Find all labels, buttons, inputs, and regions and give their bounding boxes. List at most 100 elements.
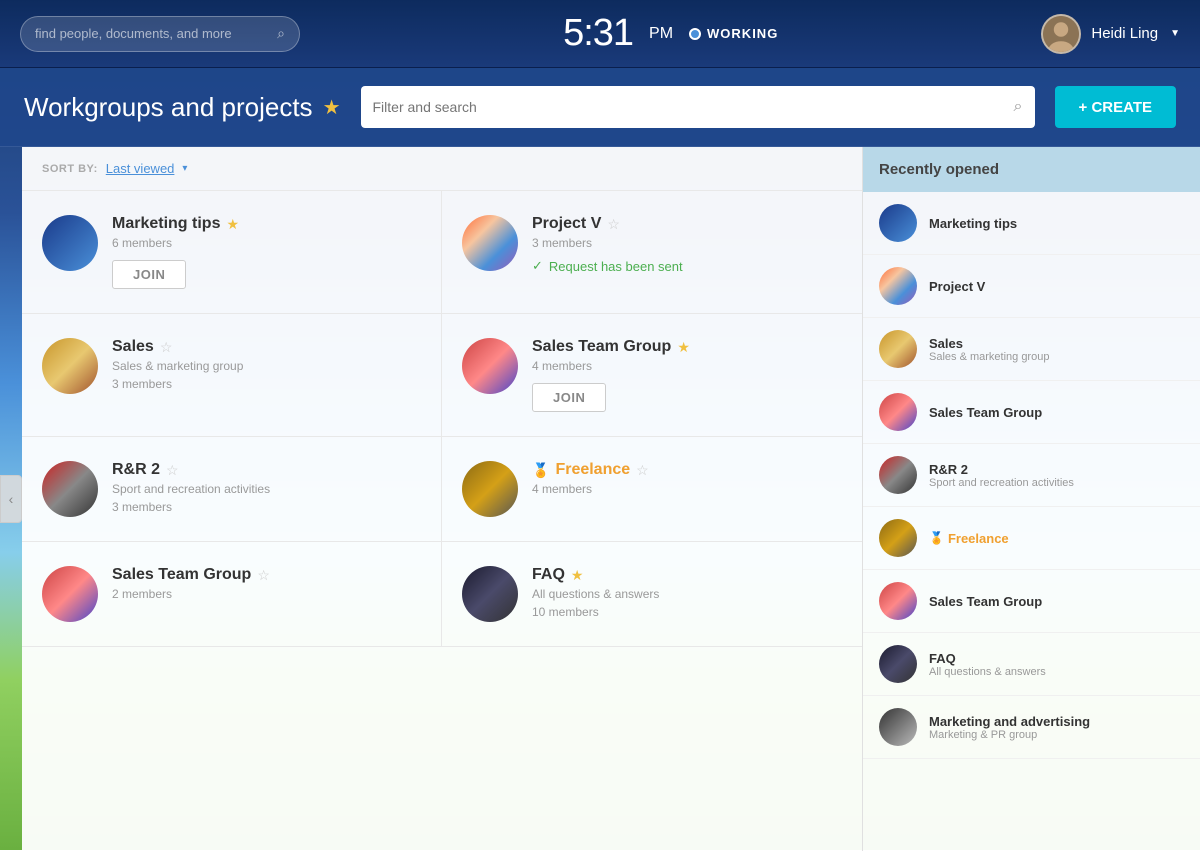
- join-button[interactable]: JOIN: [532, 383, 606, 412]
- filter-search-box[interactable]: ⌕: [361, 86, 1035, 128]
- group-avatar: [42, 215, 98, 271]
- group-star-icon[interactable]: ★: [677, 339, 690, 356]
- sidebar-item-name: Freelance: [948, 531, 1009, 546]
- group-star-icon[interactable]: ☆: [636, 462, 649, 479]
- group-star-icon[interactable]: ★: [571, 567, 584, 584]
- collapse-sidebar-button[interactable]: ‹: [0, 475, 22, 523]
- recently-opened-item[interactable]: Sales Sales & marketing group: [863, 318, 1200, 381]
- sidebar-item-info: 🏅 Freelance: [929, 531, 1184, 546]
- sidebar-item-name: Marketing tips: [929, 216, 1017, 231]
- sidebar-item-avatar: [879, 456, 917, 494]
- recently-opened-item[interactable]: R&R 2 Sport and recreation activities: [863, 444, 1200, 507]
- group-subtitle: Sport and recreation activities: [112, 482, 421, 496]
- sort-bar: SORT BY: Last viewed ▾: [22, 147, 862, 191]
- sort-by-label: SORT BY:: [42, 163, 98, 175]
- recently-opened-item[interactable]: Project V: [863, 255, 1200, 318]
- group-item: 🏅 Freelance ☆ 4 members: [442, 437, 862, 542]
- sidebar-item-name: Project V: [929, 279, 985, 294]
- group-name[interactable]: R&R 2: [112, 461, 160, 479]
- sidebar-item-subtitle: Marketing & PR group: [929, 729, 1184, 741]
- sidebar-item-subtitle: Sport and recreation activities: [929, 477, 1184, 489]
- group-members: 6 members: [112, 236, 421, 250]
- sidebar-item-info: Project V: [929, 279, 1184, 294]
- group-members: 2 members: [112, 587, 421, 601]
- sidebar-item-avatar: [879, 204, 917, 242]
- sidebar-item-info: Sales Team Group: [929, 405, 1184, 420]
- clock-area: 5:31 PM WORKING: [320, 12, 1021, 55]
- group-info: Sales Team Group ☆ 2 members: [112, 566, 421, 601]
- page-title: Workgroups and projects ★: [24, 92, 341, 123]
- recently-opened-item[interactable]: 🏅 Freelance: [863, 507, 1200, 570]
- recently-opened-item[interactable]: Marketing tips: [863, 192, 1200, 255]
- group-name-row: Sales ☆: [112, 338, 421, 356]
- sidebar-item-info: Sales Sales & marketing group: [929, 336, 1184, 363]
- group-star-icon[interactable]: ☆: [160, 339, 173, 356]
- group-info: R&R 2 ☆ Sport and recreation activities …: [112, 461, 421, 514]
- sidebar-item-subtitle: All questions & answers: [929, 666, 1184, 678]
- group-star-icon[interactable]: ☆: [257, 567, 270, 584]
- group-name[interactable]: Sales Team Group: [532, 338, 671, 356]
- chevron-down-icon: ▼: [1170, 28, 1180, 39]
- recently-opened-item[interactable]: FAQ All questions & answers: [863, 633, 1200, 696]
- status-indicator: [689, 28, 701, 40]
- group-subtitle: All questions & answers: [532, 587, 842, 601]
- group-members: 4 members: [532, 482, 842, 496]
- join-button[interactable]: JOIN: [112, 260, 186, 289]
- recently-opened-list: Marketing tips Project V Sales Sales & m…: [863, 192, 1200, 759]
- group-name[interactable]: Marketing tips: [112, 215, 220, 233]
- group-star-icon[interactable]: ★: [226, 216, 239, 233]
- sidebar-item-info: Sales Team Group: [929, 594, 1184, 609]
- recently-opened-sidebar: Recently opened Marketing tips Project V…: [862, 147, 1200, 851]
- create-button[interactable]: + CREATE: [1055, 86, 1176, 128]
- group-avatar: [42, 338, 98, 394]
- favorite-star-icon[interactable]: ★: [323, 95, 341, 120]
- user-name: Heidi Ling: [1091, 25, 1158, 42]
- recently-opened-item[interactable]: Marketing and advertising Marketing & PR…: [863, 696, 1200, 759]
- search-icon: ⌕: [277, 25, 285, 42]
- group-item: Marketing tips ★ 6 members JOIN: [22, 191, 442, 314]
- group-star-icon[interactable]: ☆: [607, 216, 620, 233]
- group-members: 10 members: [532, 605, 842, 619]
- status-area: WORKING: [689, 26, 778, 41]
- group-name-row: FAQ ★: [532, 566, 842, 584]
- sidebar-item-avatar: [879, 645, 917, 683]
- group-name[interactable]: Project V: [532, 215, 601, 233]
- group-name[interactable]: Sales Team Group: [112, 566, 251, 584]
- sidebar-item-name: Sales Team Group: [929, 405, 1042, 420]
- sort-value[interactable]: Last viewed: [106, 161, 175, 176]
- sidebar-item-avatar: [879, 267, 917, 305]
- group-avatar: [462, 215, 518, 271]
- group-info: 🏅 Freelance ☆ 4 members: [532, 461, 842, 496]
- group-star-icon[interactable]: ☆: [166, 462, 179, 479]
- user-menu[interactable]: Heidi Ling ▼: [1041, 14, 1180, 54]
- main-content: ‹ SORT BY: Last viewed ▾ Marketing tips …: [0, 147, 1200, 851]
- group-name-row: Sales Team Group ☆: [112, 566, 421, 584]
- sidebar-item-avatar: [879, 582, 917, 620]
- group-name-row: Project V ☆: [532, 215, 842, 233]
- sort-chevron-icon[interactable]: ▾: [182, 163, 187, 174]
- sidebar-item-avatar: [879, 708, 917, 746]
- group-members: 3 members: [532, 236, 842, 250]
- group-item: FAQ ★ All questions & answers 10 members: [442, 542, 862, 647]
- recently-opened-item[interactable]: Sales Team Group: [863, 381, 1200, 444]
- group-name[interactable]: FAQ: [532, 566, 565, 584]
- sidebar-item-avatar: [879, 519, 917, 557]
- global-search-input[interactable]: [35, 26, 269, 41]
- recently-opened-item[interactable]: Sales Team Group: [863, 570, 1200, 633]
- sidebar-item-info: R&R 2 Sport and recreation activities: [929, 462, 1184, 489]
- filter-search-input[interactable]: [373, 99, 1006, 115]
- global-search[interactable]: ⌕: [20, 16, 300, 52]
- groups-grid: Marketing tips ★ 6 members JOIN Project …: [22, 191, 862, 647]
- group-avatar: [462, 338, 518, 394]
- group-avatar: [42, 566, 98, 622]
- avatar: [1041, 14, 1081, 54]
- group-name[interactable]: Freelance: [555, 461, 630, 479]
- groups-panel: SORT BY: Last viewed ▾ Marketing tips ★ …: [22, 147, 862, 851]
- group-item: Project V ☆ 3 members ✓Request has been …: [442, 191, 862, 314]
- request-sent-status: ✓Request has been sent: [532, 258, 842, 274]
- group-members: 4 members: [532, 359, 842, 373]
- group-item: R&R 2 ☆ Sport and recreation activities …: [22, 437, 442, 542]
- sidebar-item-subtitle: Sales & marketing group: [929, 351, 1184, 363]
- recently-opened-header: Recently opened: [863, 147, 1200, 192]
- group-name[interactable]: Sales: [112, 338, 154, 356]
